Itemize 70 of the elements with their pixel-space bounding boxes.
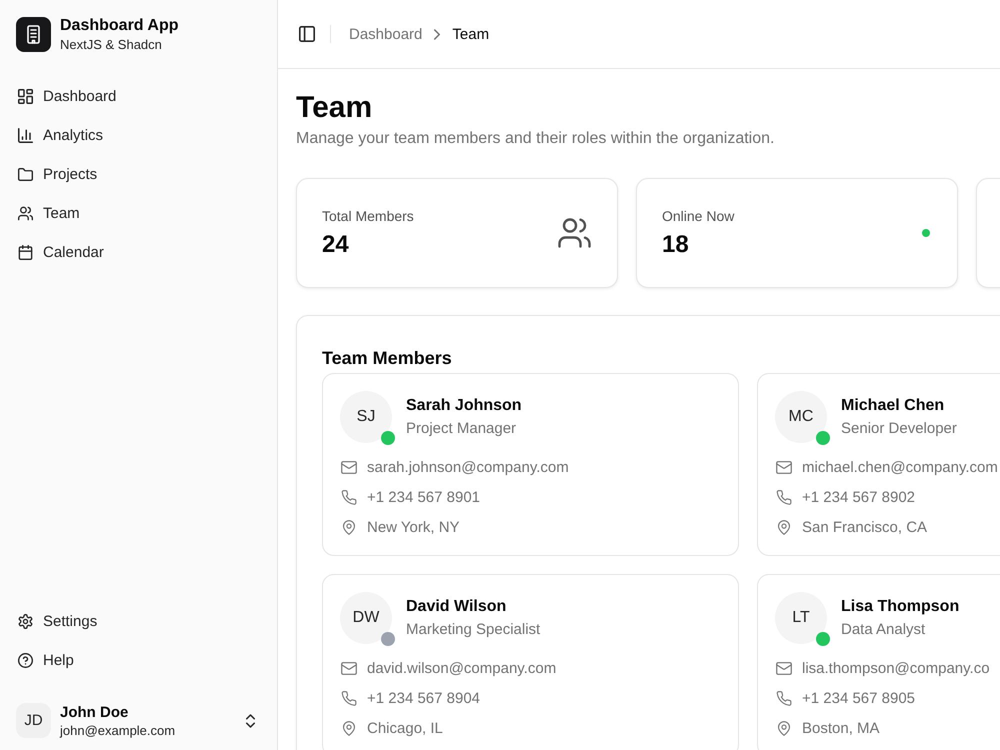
- breadcrumb-current: Team: [452, 26, 490, 42]
- stat-label: Online Now: [662, 207, 734, 226]
- settings-icon: [18, 614, 33, 629]
- avatar: MC: [775, 391, 827, 443]
- member-role: Project Manager: [406, 419, 518, 439]
- panel-icon[interactable]: [299, 26, 315, 42]
- nav-item[interactable]: Help: [16, 641, 261, 680]
- grid-icon: [18, 89, 33, 104]
- phone-icon: [341, 490, 357, 504]
- section-title: Team Members: [322, 347, 453, 370]
- map-pin-icon: [341, 720, 357, 736]
- member-role: Senior Developer: [841, 419, 957, 439]
- app-name: Dashboard App: [60, 16, 179, 36]
- member-role: Marketing Specialist: [406, 620, 540, 640]
- people-icon: [558, 218, 591, 248]
- email-text: sarah.johnson@company.com: [367, 458, 569, 476]
- avatar: JD: [16, 703, 51, 738]
- location-text: San Francisco, CA: [802, 518, 928, 536]
- folder-icon: [18, 167, 33, 182]
- nav-item[interactable]: Settings: [16, 602, 261, 641]
- nav-item[interactable]: Projects: [16, 155, 261, 194]
- location-text: Boston, MA: [802, 720, 880, 736]
- location-text: Chicago, IL: [367, 720, 443, 736]
- map-pin-icon: [776, 720, 792, 736]
- help-icon: [18, 653, 33, 668]
- mail-icon: [776, 460, 792, 474]
- member-name: Sarah Johnson: [406, 396, 522, 416]
- map-pin-icon: [341, 520, 357, 534]
- email-text: david.wilson@company.com: [367, 660, 556, 676]
- email-text: michael.chen@company.com: [802, 458, 998, 476]
- location-text: New York, NY: [367, 518, 460, 536]
- building-icon: [16, 17, 51, 52]
- calendar-icon: [18, 245, 33, 260]
- user-name: John Doe: [60, 702, 130, 722]
- stat-value: 24: [322, 230, 350, 260]
- avatar: LT: [775, 592, 827, 644]
- chevron-right-icon: [434, 28, 440, 40]
- email-text: lisa.thompson@company.co: [802, 660, 990, 676]
- phone-icon: [341, 690, 357, 706]
- map-pin-icon: [776, 520, 792, 534]
- phone-icon: [776, 690, 792, 706]
- phone-text: +1 234 567 8902: [802, 488, 916, 506]
- member-name: David Wilson: [406, 597, 508, 617]
- nav-item[interactable]: Analytics: [16, 116, 261, 155]
- stat-label: Total Members: [322, 207, 414, 226]
- breadcrumb-link[interactable]: Dashboard: [349, 26, 422, 42]
- mail-icon: [341, 660, 357, 676]
- nav-item[interactable]: Team: [16, 194, 261, 233]
- page-title: Team: [296, 90, 374, 126]
- phone-icon: [776, 490, 792, 504]
- page-description: Manage your team members and their roles within the organization.: [296, 129, 776, 149]
- mail-icon: [341, 460, 357, 474]
- user-email: john@example.com: [60, 722, 176, 738]
- app-subtitle: NextJS & Shadcn: [60, 36, 163, 53]
- mail-icon: [776, 660, 792, 676]
- member-role: Data Analyst: [841, 620, 926, 640]
- people-icon: [18, 206, 33, 221]
- member-name: Lisa Thompson: [841, 597, 960, 617]
- member-name: Michael Chen: [841, 396, 946, 416]
- phone-text: +1 234 567 8901: [367, 488, 480, 506]
- nav-item[interactable]: Dashboard: [16, 77, 261, 116]
- avatar: SJ: [340, 391, 392, 443]
- avatar: DW: [340, 592, 392, 644]
- phone-text: +1 234 567 8904: [367, 690, 480, 706]
- bar-chart-icon: [18, 128, 33, 143]
- online-dot-icon: [922, 229, 930, 237]
- chevrons-up-down-icon[interactable]: [246, 714, 255, 728]
- phone-text: +1 234 567 8905: [802, 690, 916, 706]
- nav-item[interactable]: Calendar: [16, 233, 261, 272]
- stat-value: 18: [662, 230, 690, 260]
